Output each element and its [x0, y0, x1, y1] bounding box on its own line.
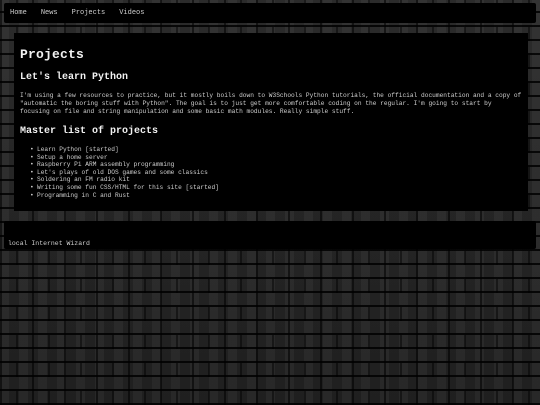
list-item: • Learn Python [started] — [30, 146, 522, 154]
nav-link-home[interactable]: Home — [10, 9, 27, 17]
bullet-icon: • — [30, 191, 34, 199]
list-item: • Soldering an FM radio kit — [30, 176, 522, 184]
page-title: Projects — [20, 47, 85, 62]
nav-link-videos[interactable]: Videos — [119, 9, 144, 17]
list-item-label: Learn Python [started] — [37, 146, 119, 153]
bullet-icon: • — [30, 183, 34, 191]
nav-link-news[interactable]: News — [41, 9, 58, 17]
bullet-icon: • — [30, 146, 34, 153]
bullet-icon: • — [30, 153, 34, 161]
projects-list-heading: Master list of projects — [20, 126, 159, 137]
bullet-icon: • — [30, 176, 34, 184]
project-list: • Learn Python [started] • Setup a home se… — [20, 146, 522, 199]
list-item: • Let's plays of old DOS games and some c… — [30, 169, 522, 177]
list-item-label: Setup a home server — [37, 153, 108, 161]
main-content-panel: Projects Let's learn Python I'm using a … — [14, 33, 528, 211]
list-item: • Programming in C and Rust — [30, 192, 522, 200]
list-item-label: Soldering an FM radio kit — [37, 176, 130, 184]
list-item-label: Let's plays of old DOS games and some cl… — [37, 168, 208, 176]
list-item-label: Programming in C and Rust — [37, 191, 130, 199]
list-item: • Raspberry Pi ARM assembly programming — [30, 161, 522, 169]
bullet-icon: • — [30, 161, 34, 169]
site-footer: local Internet Wizard — [4, 221, 536, 249]
list-item-label: Raspberry Pi ARM assembly programming — [37, 161, 175, 169]
top-navigation: Home News Projects Videos — [4, 3, 536, 23]
nav-link-projects[interactable]: Projects — [72, 9, 106, 17]
python-intro-paragraph: I'm using a few resources to practice, b… — [20, 92, 522, 115]
footer-text: local Internet Wizard — [8, 240, 90, 247]
list-item: • Writing some fun CSS/HTML for this site… — [30, 184, 522, 192]
bullet-icon: • — [30, 168, 34, 176]
list-item-label: Writing some fun CSS/HTML for this site … — [37, 183, 219, 191]
python-section-heading: Let's learn Python — [20, 72, 129, 83]
list-item: • Setup a home server — [30, 154, 522, 162]
